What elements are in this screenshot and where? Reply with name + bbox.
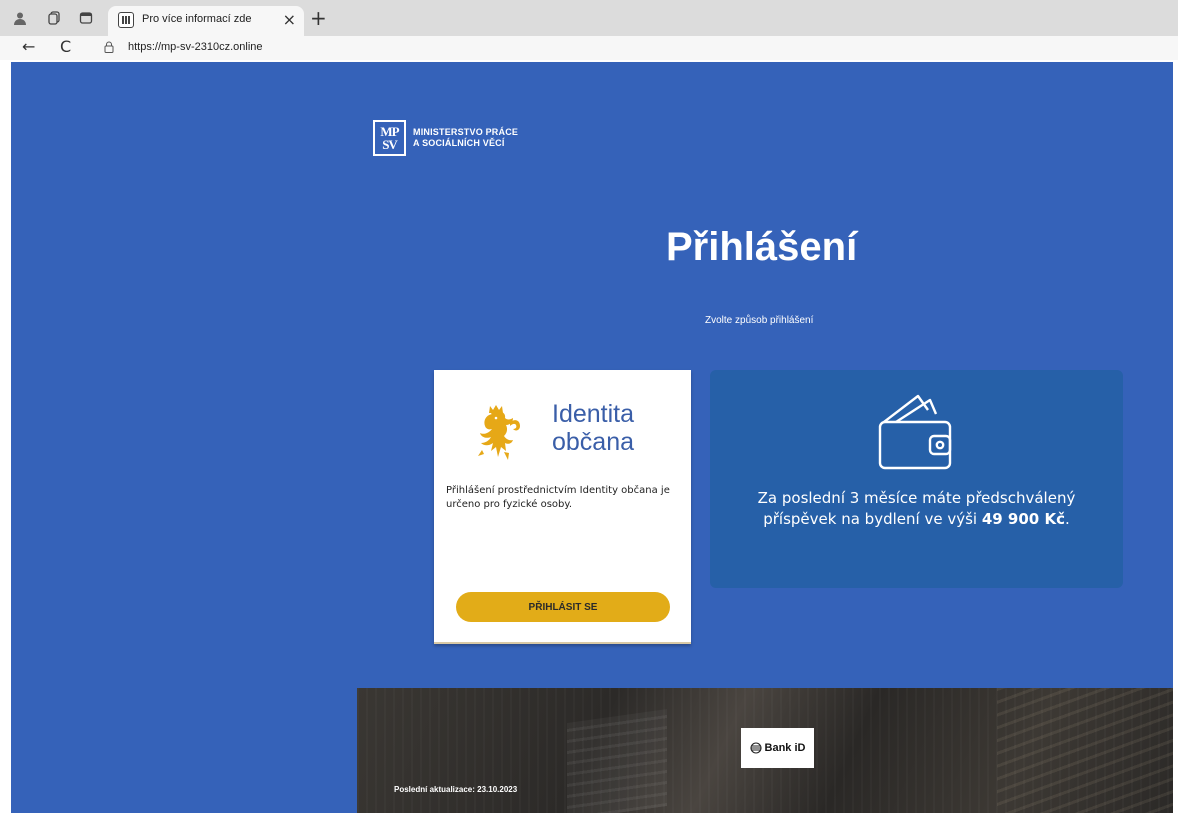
subsidy-text: Za poslední 3 měsíce máte předschválený … — [730, 488, 1103, 530]
browser-tab-bar: Pro více informací zde × + — [0, 0, 1178, 36]
new-tab-button[interactable]: + — [310, 6, 327, 30]
subsidy-text-end: . — [1064, 510, 1070, 528]
back-button[interactable]: ← — [22, 37, 35, 56]
logo-line-2: A SOCIÁLNÍCH VĚCÍ — [413, 138, 505, 148]
wallet-icon — [878, 394, 952, 470]
active-tab[interactable]: Pro více informací zde × — [108, 6, 304, 36]
identity-description: Přihlášení prostřednictvím Identity obča… — [446, 485, 670, 510]
mpsv-logo: MP SV MINISTERSTVO PRÁCE A SOCIÁLNÍCH VĚ… — [373, 120, 518, 156]
footer-background-building-right — [997, 688, 1173, 813]
bankid-label: Bank iD — [764, 742, 806, 754]
address-bar: ← C https://mp-sv-2310cz.online — [0, 36, 1178, 60]
logo-text: MINISTERSTVO PRÁCE A SOCIÁLNÍCH VĚCÍ — [413, 127, 518, 149]
tab-actions-icon[interactable] — [76, 8, 96, 28]
footer-background-building — [567, 708, 667, 813]
mpsv-logo-mark: MP SV — [373, 120, 406, 156]
logo-line-1: MINISTERSTVO PRÁCE — [413, 127, 519, 137]
reload-button[interactable]: C — [60, 37, 71, 56]
czech-lion-icon — [478, 405, 520, 460]
tab-close-button[interactable]: × — [283, 10, 296, 29]
identity-name-line-1: Identita — [552, 400, 635, 428]
url-field[interactable]: https://mp-sv-2310cz.online — [128, 41, 263, 53]
bankid-logo[interactable]: Bank iD — [741, 728, 814, 768]
bankid-icon — [749, 742, 762, 754]
identity-name-line-2: občana — [552, 428, 635, 456]
page-subtitle: Zvolte způsob přihlášení — [705, 315, 814, 326]
page-content: MP SV MINISTERSTVO PRÁCE A SOCIÁLNÍCH VĚ… — [11, 62, 1173, 813]
login-button[interactable]: PŘIHLÁSIT SE — [456, 592, 670, 622]
page-title: Přihlášení — [666, 225, 858, 269]
lock-icon[interactable] — [104, 41, 114, 53]
tab-favicon-icon — [118, 12, 134, 28]
workspaces-icon[interactable] — [44, 8, 64, 28]
identity-login-card: Identita občana Přihlášení prostřednictv… — [434, 370, 691, 644]
footer: Bank iD Poslední aktualizace: 23.10.2023 — [357, 688, 1173, 813]
tab-title: Pro více informací zde — [142, 13, 252, 25]
subsidy-amount: 49 900 Kč — [981, 510, 1065, 528]
last-update-text: Poslední aktualizace: 23.10.2023 — [394, 785, 518, 794]
identity-name: Identita občana — [552, 400, 634, 456]
profile-icon[interactable] — [10, 8, 30, 28]
logo-mark-bottom: SV — [382, 137, 398, 152]
subsidy-info-box: Za poslední 3 měsíce máte předschválený … — [710, 370, 1123, 588]
